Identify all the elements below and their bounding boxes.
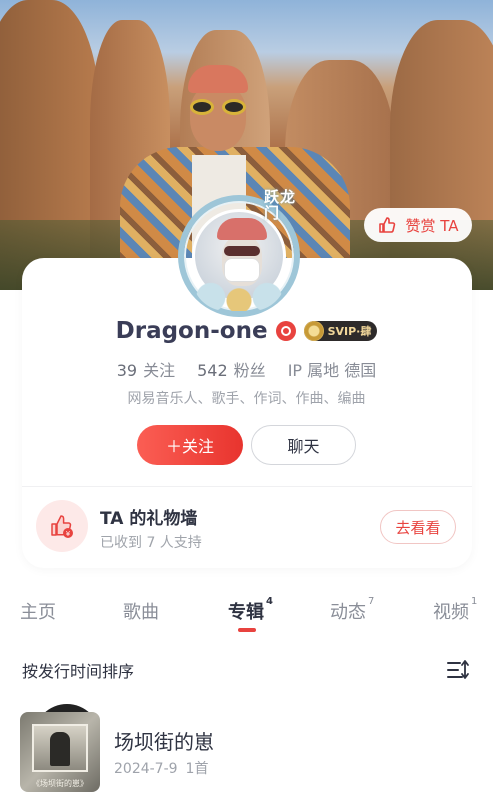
sort-label[interactable]: 按发行时间排序 [22,658,134,682]
following-stat[interactable]: 39 关注 [117,357,175,381]
tab-songs[interactable]: 歌曲 [123,598,161,624]
tab-videos[interactable]: 视频1 [433,596,477,624]
album-title[interactable]: 场坝街的崽 [114,726,214,755]
tab-home[interactable]: 主页 [20,598,58,624]
album-cover[interactable]: 《场坝街的崽》 [20,704,102,794]
album-cover-art: 《场坝街的崽》 [20,712,100,792]
chat-button[interactable]: 聊天 [251,425,356,465]
artist-bio: 网易音乐人、歌手、作词、作曲、编曲 [127,391,366,407]
avatar[interactable]: 跃龙门 [178,189,300,317]
artist-name: Dragon-one [115,318,268,344]
ip-location: IP 属地 德国 [287,361,377,380]
tab-albums[interactable]: 专辑4 [228,596,273,624]
svg-text:¥: ¥ [66,530,71,538]
card-divider [22,486,472,487]
svip-badge[interactable]: SVIP·肆 [303,321,378,341]
follow-button[interactable]: ＋关注 [137,425,243,465]
name-row: Dragon-one SVIP·肆 [0,318,493,344]
gift-wall-subtitle: 已收到 7 人支持 [100,535,202,551]
reward-label: 赞赏 TA [405,216,459,235]
profile-stats: 39 关注 542 粉丝 IP 属地 德国 [0,357,493,381]
reward-button[interactable]: 赞赏 TA [364,208,472,242]
album-date: 2024-7-9 [114,761,178,777]
followers-stat[interactable]: 542 粉丝 [197,357,266,381]
album-cover-caption: 《场坝街的崽》 [32,779,88,788]
thumbs-up-icon [379,217,396,233]
vip-coin-icon [303,321,324,341]
tab-moments[interactable]: 动态7 [330,596,374,624]
gift-wall-title: TA 的礼物墙 [100,509,198,529]
svip-label: SVIP·肆 [327,325,372,338]
avatar-frame-text: 跃龙门 [264,188,297,222]
gift-wall-view-button[interactable]: 去看看 [380,510,456,544]
gift-wall-icon: ¥ [36,500,88,552]
thumbs-up-coin-icon: ¥ [51,515,73,538]
active-tab-indicator [238,628,256,632]
sort-icon[interactable] [446,659,470,681]
artist-profile-page: 赞赏 TA 跃龙门 Dragon-one SVIP·肆 39 关注 542 粉丝 I… [0,0,493,800]
album-track-count: 1首 [185,761,209,777]
album-meta: 2024-7-9 1首 [114,758,208,778]
musician-badge-icon[interactable] [275,321,296,341]
